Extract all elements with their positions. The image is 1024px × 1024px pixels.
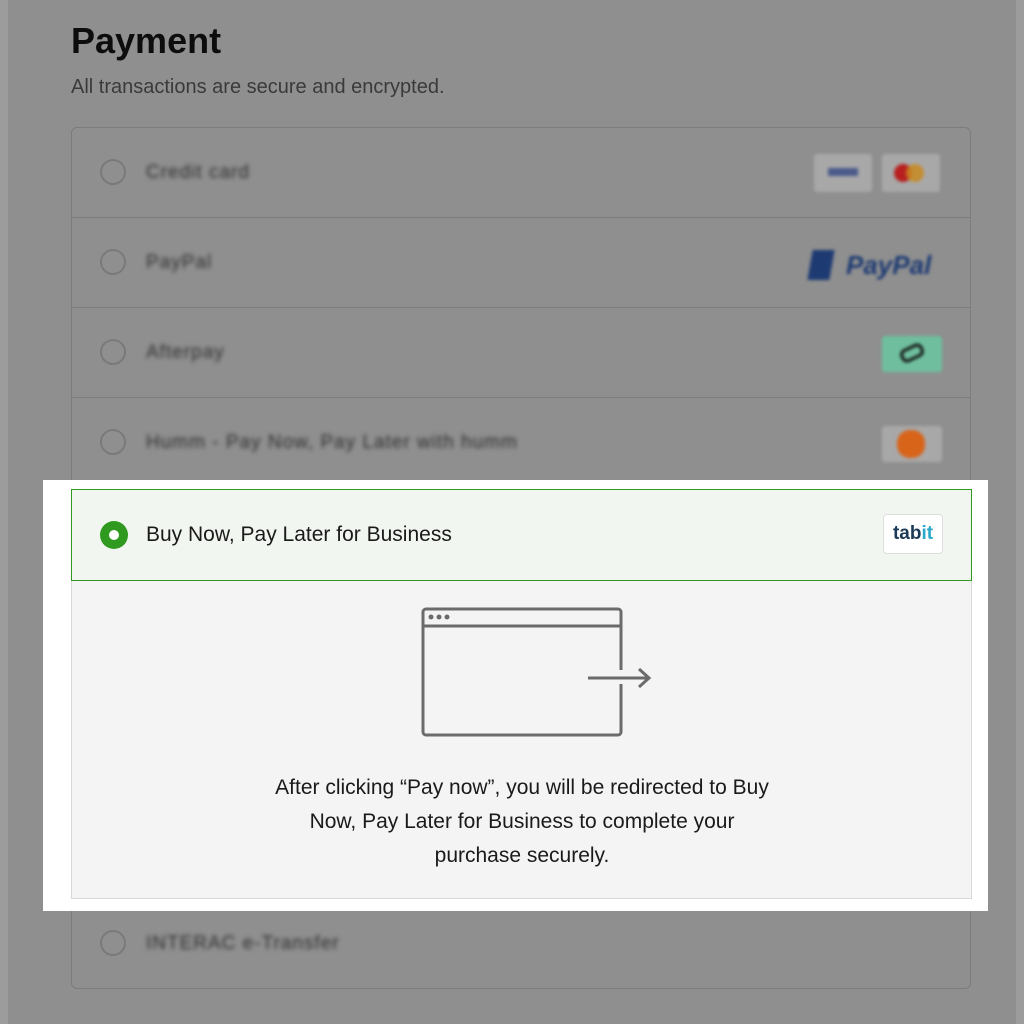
page-subtitle: All transactions are secure and encrypte… bbox=[71, 76, 445, 98]
payment-option-label: PayPal bbox=[146, 252, 213, 273]
radio-button[interactable] bbox=[100, 249, 126, 275]
payment-option-humm[interactable]: Humm - Pay Now, Pay Later with humm bbox=[72, 398, 970, 488]
radio-button[interactable] bbox=[100, 159, 126, 185]
paypal-logo-icon: PayPal bbox=[807, 248, 940, 282]
page-edge-left bbox=[0, 0, 8, 1024]
payment-option-label: Credit card bbox=[146, 162, 250, 183]
mastercard-logo-icon bbox=[882, 154, 940, 192]
radio-button-selected[interactable] bbox=[100, 521, 128, 549]
browser-redirect-icon bbox=[421, 607, 652, 737]
payment-option-interac[interactable]: INTERAC e-Transfer bbox=[71, 899, 971, 989]
payment-option-bnpl-business[interactable]: Buy Now, Pay Later for Business tabit bbox=[71, 489, 972, 581]
radio-button[interactable] bbox=[100, 339, 126, 365]
visa-logo-icon bbox=[814, 154, 872, 192]
tabit-logo-icon: tabit bbox=[883, 514, 943, 554]
payment-option-afterpay[interactable]: Afterpay bbox=[72, 308, 970, 398]
afterpay-logo-icon bbox=[882, 336, 942, 372]
payment-option-label: Afterpay bbox=[146, 342, 225, 363]
radio-button[interactable] bbox=[100, 930, 126, 956]
redirect-message: After clicking “Pay now”, you will be re… bbox=[275, 776, 769, 867]
payment-option-paypal[interactable]: PayPal PayPal bbox=[72, 218, 970, 308]
payment-option-label: Buy Now, Pay Later for Business bbox=[146, 523, 452, 546]
page-title: Payment bbox=[71, 20, 222, 61]
radio-button[interactable] bbox=[100, 429, 126, 455]
page-edge-right bbox=[1016, 0, 1024, 1024]
payment-option-details: After clicking “Pay now”, you will be re… bbox=[71, 581, 972, 899]
payment-option-label: INTERAC e-Transfer bbox=[146, 933, 340, 954]
payment-option-credit-card[interactable]: Credit card bbox=[72, 128, 970, 218]
payment-option-label: Humm - Pay Now, Pay Later with humm bbox=[146, 432, 518, 453]
humm-logo-icon bbox=[882, 426, 942, 462]
